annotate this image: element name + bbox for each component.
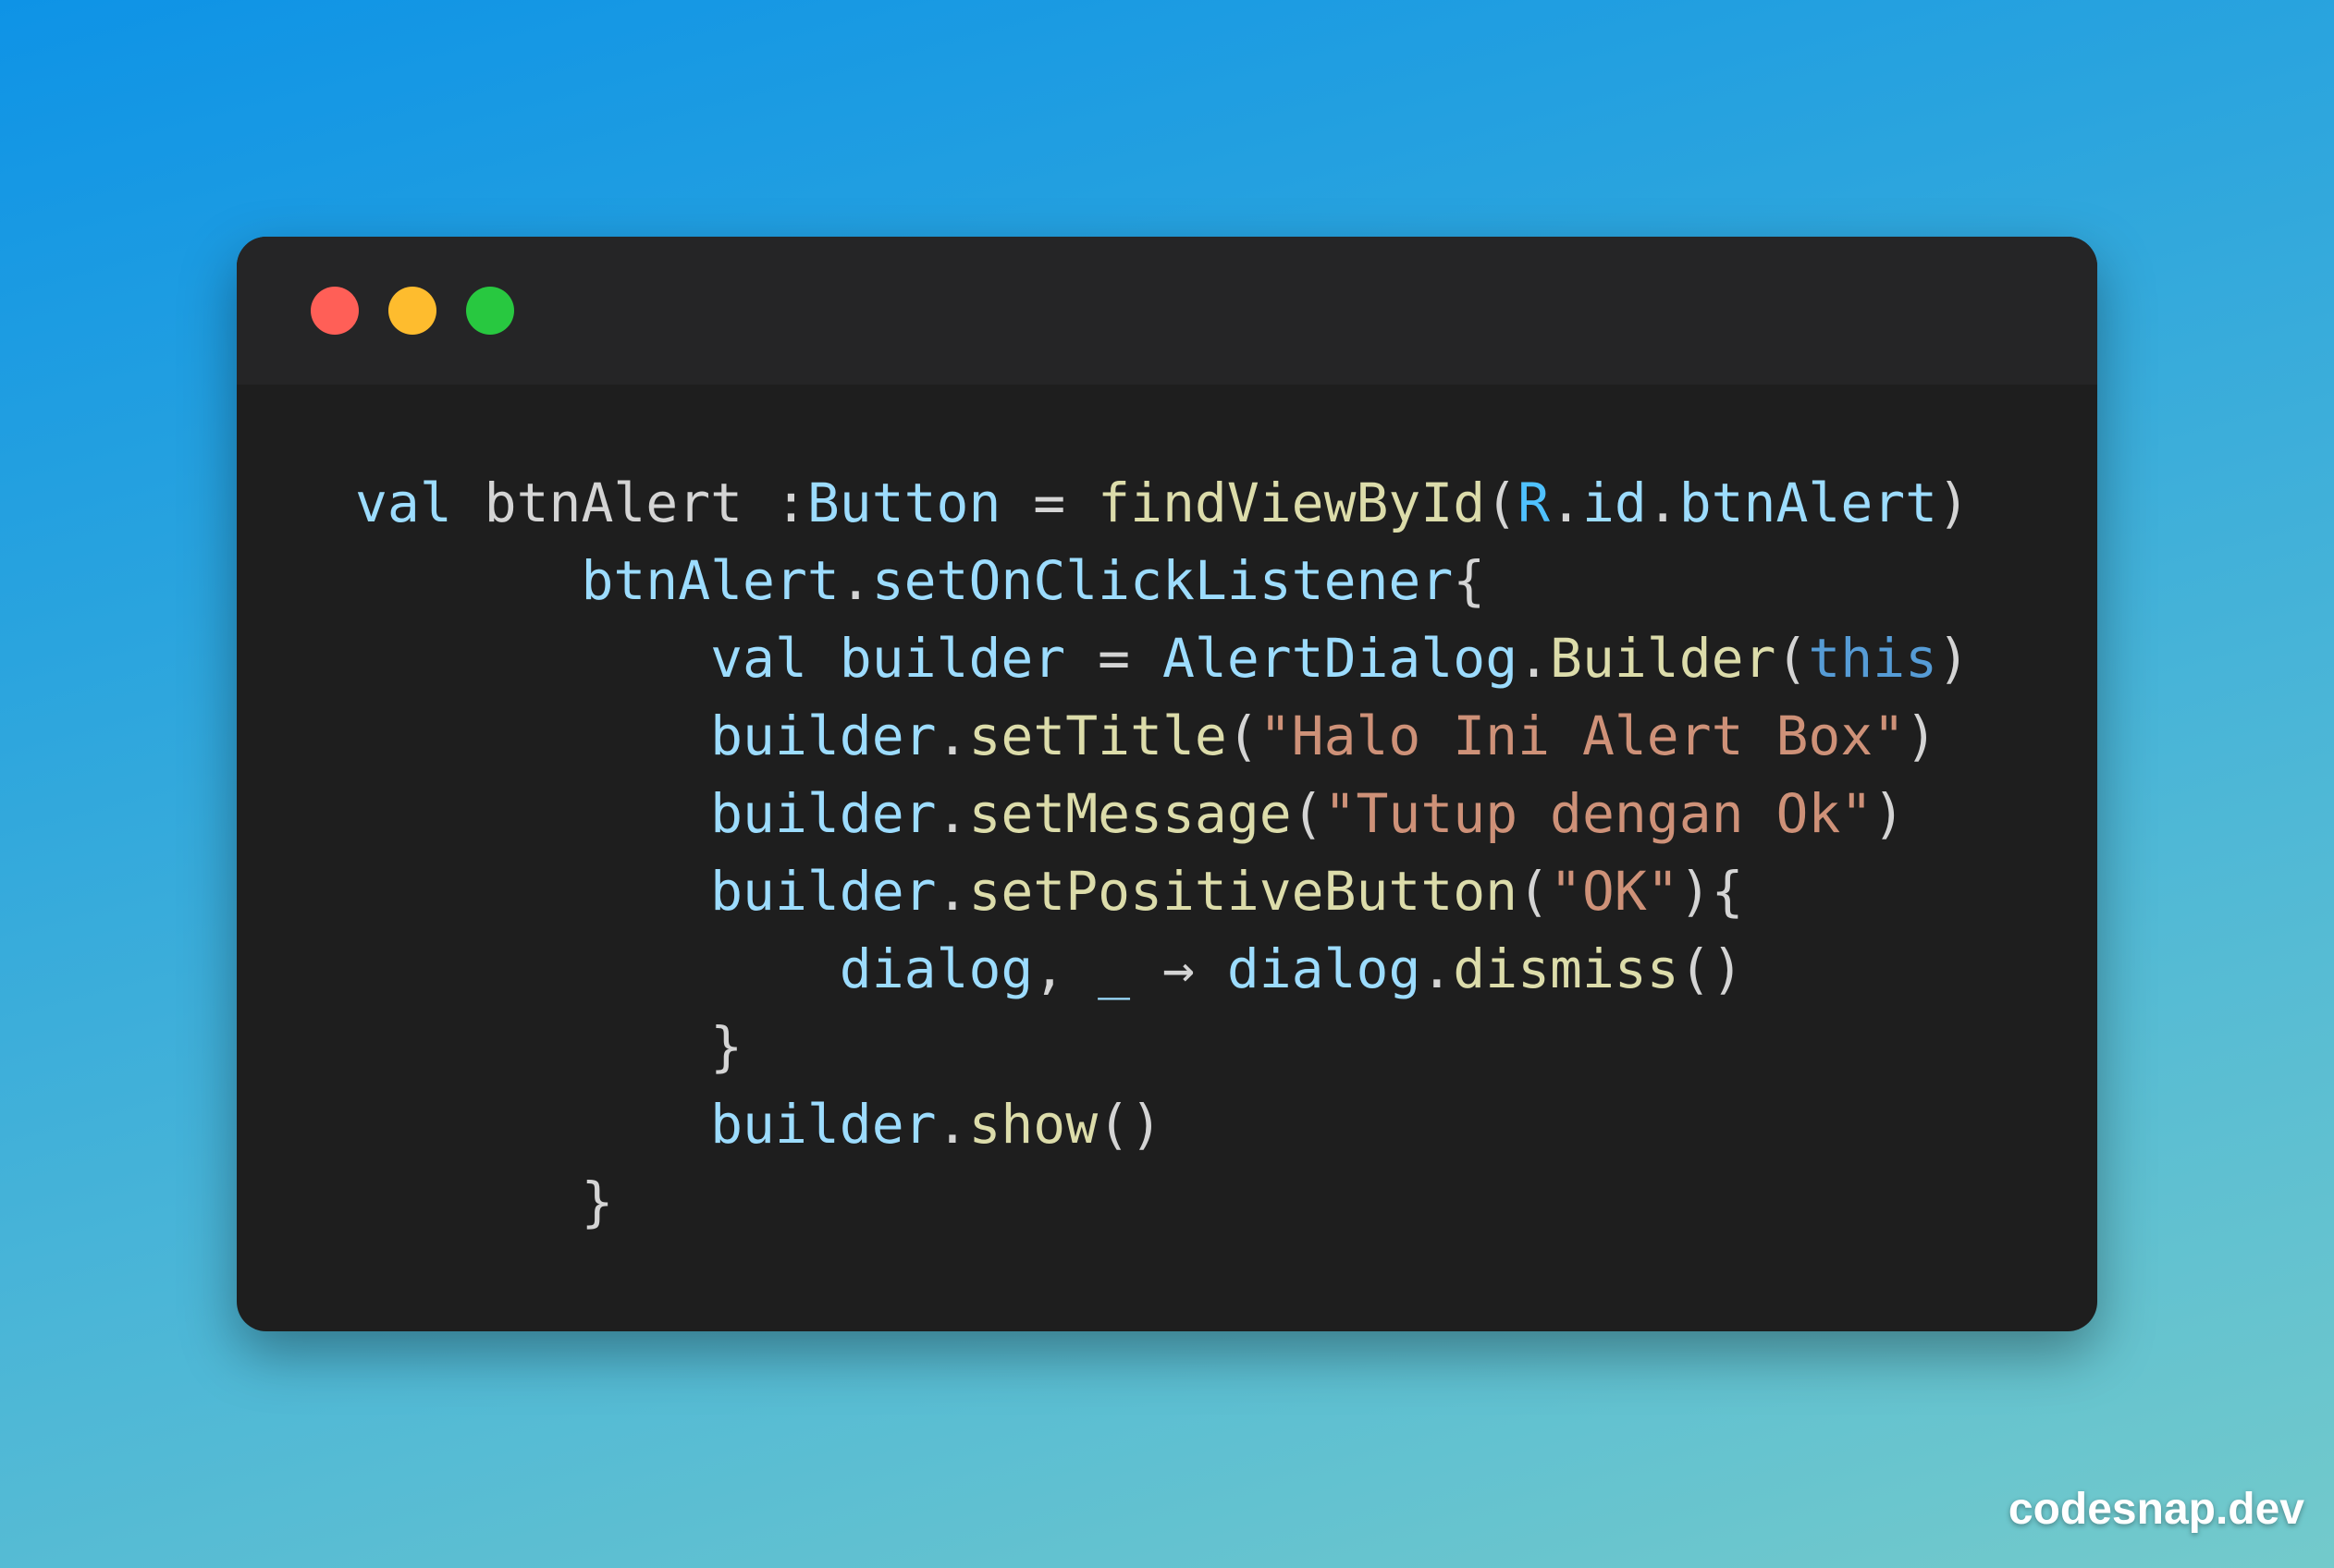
code-token: builder [710,704,937,767]
code-token: setTitle [968,704,1227,767]
code-token: id [1581,472,1647,534]
code-token: . [1646,472,1679,534]
code-window: val btnAlert :Button = findViewById(R.id… [237,237,2097,1331]
code-token: R [1517,472,1551,534]
code-token: . [936,1093,969,1156]
code-token: _ [1098,937,1131,1000]
code-token: findViewById [1098,472,1486,534]
code-token: ( [1775,627,1809,690]
code-token: () [1098,1093,1162,1156]
code-token: = [1065,627,1162,690]
code-token: ) [1937,627,1970,690]
code-token: "Tutup dengan Ok" [1323,782,1873,845]
code-token: show [968,1093,1099,1156]
code-token: "Halo Ini Alert Box" [1259,704,1906,767]
code-token: ( [1291,782,1324,845]
code-token: ) [1905,704,1938,767]
code-token: setOnClickListener [871,549,1454,612]
code-line: builder.setPositiveButton("OK"){ [355,852,1970,930]
code-token: AlertDialog [1162,627,1518,690]
code-token: . [1550,472,1582,534]
code-token: setPositiveButton [968,860,1518,923]
code-token: this [1808,627,1938,690]
code-token: . [839,549,872,612]
code-token: Builder [1550,627,1776,690]
code-token: ( [1485,472,1518,534]
code-token: builder [710,782,937,845]
code-line: val btnAlert :Button = findViewById(R.id… [355,464,1970,542]
code-line: } [355,1008,1970,1085]
code-line: dialog, _ → dialog.dismiss() [355,930,1970,1008]
code-token: dismiss [1453,937,1679,1000]
code-token: btnAlert [1678,472,1938,534]
code-token: builder [839,627,1066,690]
code-line: builder.show() [355,1085,1970,1163]
code-token: ) [1873,782,1906,845]
code-token: = [1001,472,1099,534]
code-token: ( [1517,860,1551,923]
code-token: { [1453,549,1486,612]
code-token: btnAlert [581,549,840,612]
code-token: . [936,782,969,845]
code-line: } [355,1163,1970,1241]
code-token: val [710,627,807,690]
code-line: btnAlert.setOnClickListener{ [355,542,1970,619]
code-token: . [1420,937,1454,1000]
code-token: () [1678,937,1744,1000]
maximize-button[interactable] [466,287,514,335]
code-token: , [1033,937,1099,1000]
code-line: val builder = AlertDialog.Builder(this) [355,619,1970,697]
code-token: } [710,1015,743,1078]
close-button[interactable] [311,287,359,335]
code-block: val btnAlert :Button = findViewById(R.id… [355,464,1970,1241]
code-token: btnAlert : [451,472,807,534]
code-token: ( [1226,704,1259,767]
code-token: "OK" [1550,860,1679,923]
code-token: ) [1937,472,1970,534]
code-token: → [1130,937,1227,1000]
code-token: . [1517,627,1551,690]
code-token: builder [710,860,937,923]
code-token: . [936,704,969,767]
code-token: } [581,1170,614,1233]
minimize-button[interactable] [388,287,436,335]
code-token: Button [806,472,1001,534]
code-line: builder.setTitle("Halo Ini Alert Box") [355,697,1970,775]
code-token: dialog [1226,937,1421,1000]
code-line: builder.setMessage("Tutup dengan Ok") [355,775,1970,852]
code-token: ){ [1678,860,1744,923]
code-token: val [355,472,452,534]
code-token: setMessage [968,782,1292,845]
code-token: dialog [839,937,1034,1000]
code-token: . [936,860,969,923]
window-titlebar [237,237,2097,385]
codesnap-watermark: codesnap.dev [2008,1485,2304,1534]
code-token: builder [710,1093,937,1156]
